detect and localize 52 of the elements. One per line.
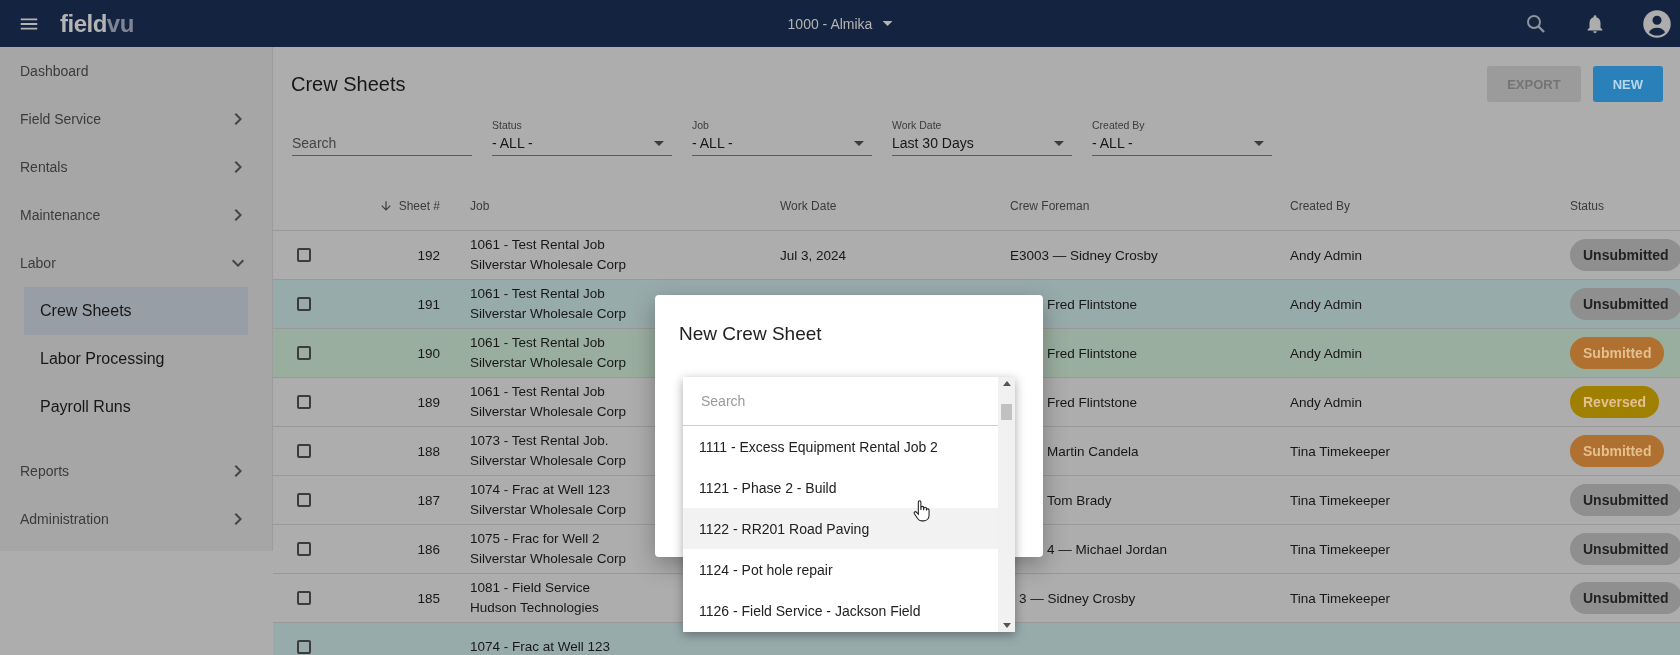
customer-name: Silverstar Wholesale Corp xyxy=(470,256,627,273)
created-by: Tina Timekeeper xyxy=(1290,492,1391,508)
status-badge: Submitted xyxy=(1570,337,1665,369)
crew-foreman: 3 — Sidney Crosby xyxy=(1019,590,1136,606)
job-name: 1061 - Test Rental Job xyxy=(470,286,606,303)
sheet-number: 187 xyxy=(417,492,440,508)
customer-name: Silverstar Wholesale Corp xyxy=(470,403,627,420)
sheet-number: 188 xyxy=(417,443,440,459)
customer-name: Silverstar Wholesale Corp xyxy=(470,452,627,469)
status-badge: Unsubmitted xyxy=(1570,533,1680,565)
customer-name: Silverstar Wholesale Corp xyxy=(470,550,627,567)
status-badge: Submitted xyxy=(1570,435,1665,467)
crew-foreman: Fred Flintstone xyxy=(1047,296,1138,312)
sheet-number: 189 xyxy=(417,394,440,410)
status-badge: Unsubmitted xyxy=(1570,288,1680,320)
sheet-number: 186 xyxy=(417,541,440,557)
status-badge: Unsubmitted xyxy=(1570,239,1680,271)
job-name: 1073 - Test Rental Job. xyxy=(470,433,610,450)
crew-foreman: Fred Flintstone xyxy=(1047,394,1138,410)
status-badge: Reversed xyxy=(1570,386,1660,418)
crew-foreman: Tom Brady xyxy=(1047,492,1112,508)
created-by: Andy Admin xyxy=(1290,247,1363,263)
crew-foreman: Martin Candela xyxy=(1047,443,1139,459)
job-name: 1075 - Frac for Well 2 xyxy=(470,531,601,548)
customer-name: Silverstar Wholesale Corp xyxy=(470,305,627,322)
sheet-number: 192 xyxy=(417,247,440,263)
job-name: 1061 - Test Rental Job xyxy=(470,237,606,254)
job-name: 1061 - Test Rental Job xyxy=(470,384,606,401)
sheet-number: 185 xyxy=(417,590,440,606)
created-by: Tina Timekeeper xyxy=(1290,541,1391,557)
status-badge: Unsubmitted xyxy=(1570,582,1680,614)
sheet-number: 190 xyxy=(417,345,440,361)
job-name: 1074 - Frac at Well 123 xyxy=(470,482,612,499)
created-by: Tina Timekeeper xyxy=(1290,443,1391,459)
created-by: Andy Admin xyxy=(1290,394,1363,410)
created-by: Andy Admin xyxy=(1290,296,1363,312)
job-name: 1081 - Field Service xyxy=(470,580,592,597)
created-by: Andy Admin xyxy=(1290,345,1363,361)
crew-foreman: Fred Flintstone xyxy=(1047,345,1138,361)
page-title: Crew Sheets xyxy=(291,72,406,96)
created-by: Tina Timekeeper xyxy=(1290,590,1391,606)
customer-name: Silverstar Wholesale Corp xyxy=(470,501,627,518)
work-date: Jul 3, 2024 xyxy=(780,247,847,263)
customer-name: Silverstar Wholesale Corp xyxy=(470,354,627,371)
job-name: 1061 - Test Rental Job xyxy=(470,335,606,352)
customer-name: Hudson Technologies xyxy=(470,599,599,616)
status-badge: Unsubmitted xyxy=(1570,484,1680,516)
job-name: 1074 - Frac at Well 123 xyxy=(470,638,611,655)
crew-foreman: 4 — Michael Jordan xyxy=(1047,541,1168,557)
sheet-number: 191 xyxy=(417,296,440,312)
crew-foreman: E3003 — Sidney Crosby xyxy=(1010,247,1158,263)
dialog-title: New Crew Sheet xyxy=(679,323,823,345)
